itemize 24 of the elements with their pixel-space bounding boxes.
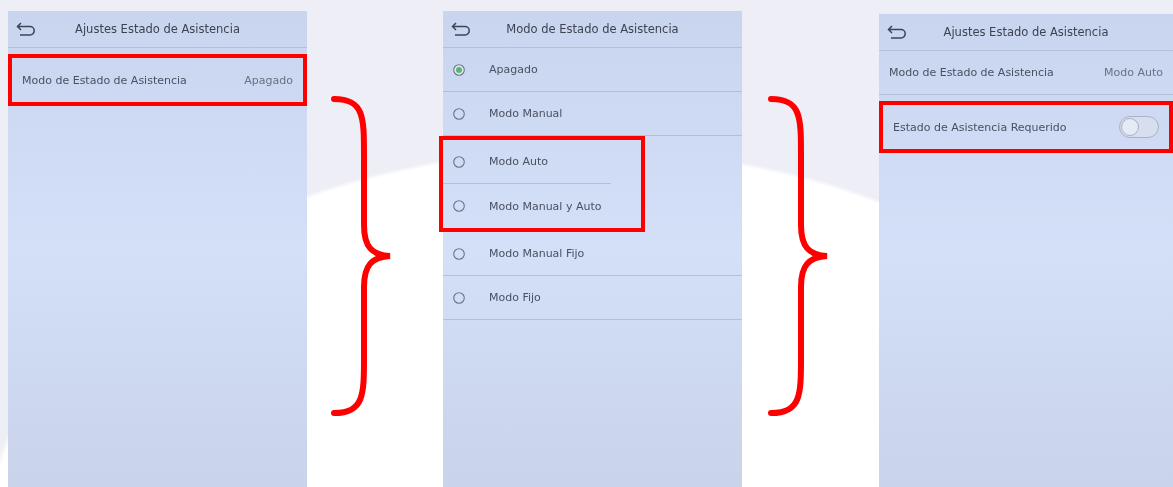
- screen-title: Ajustes Estado de Asistencia: [942, 25, 1110, 39]
- option-label[interactable]: Apagado: [489, 63, 732, 76]
- setting-value: Apagado: [244, 73, 293, 87]
- option-label[interactable]: Modo Manual y Auto: [489, 199, 602, 213]
- radio-button[interactable]: [453, 247, 465, 260]
- setting-label: Estado de Asistencia Requerido: [893, 120, 1068, 134]
- setting-label[interactable]: Modo de Estado de Asistencia: [889, 66, 1104, 79]
- radio-button[interactable]: [453, 200, 465, 212]
- radio-button[interactable]: [453, 63, 465, 76]
- radio-button[interactable]: [453, 107, 465, 120]
- option-label[interactable]: Modo Manual: [489, 107, 732, 120]
- screen-title: Modo de Estado de Asistencia: [505, 22, 680, 36]
- setting-label[interactable]: Modo de Estado de Asistencia: [22, 73, 245, 87]
- setting-value: Modo Auto: [1104, 66, 1163, 79]
- radio-button[interactable]: [453, 291, 465, 304]
- option-label[interactable]: Modo Auto: [489, 155, 548, 168]
- radio-button[interactable]: [453, 155, 465, 168]
- back-icon[interactable]: [16, 22, 36, 36]
- screen-title: Ajustes Estado de Asistencia: [74, 22, 241, 36]
- toggle-switch[interactable]: [1119, 116, 1159, 138]
- option-label[interactable]: Modo Fijo: [489, 291, 732, 304]
- back-icon[interactable]: [451, 22, 471, 36]
- option-label[interactable]: Modo Manual Fijo: [489, 247, 732, 260]
- back-icon[interactable]: [887, 25, 907, 39]
